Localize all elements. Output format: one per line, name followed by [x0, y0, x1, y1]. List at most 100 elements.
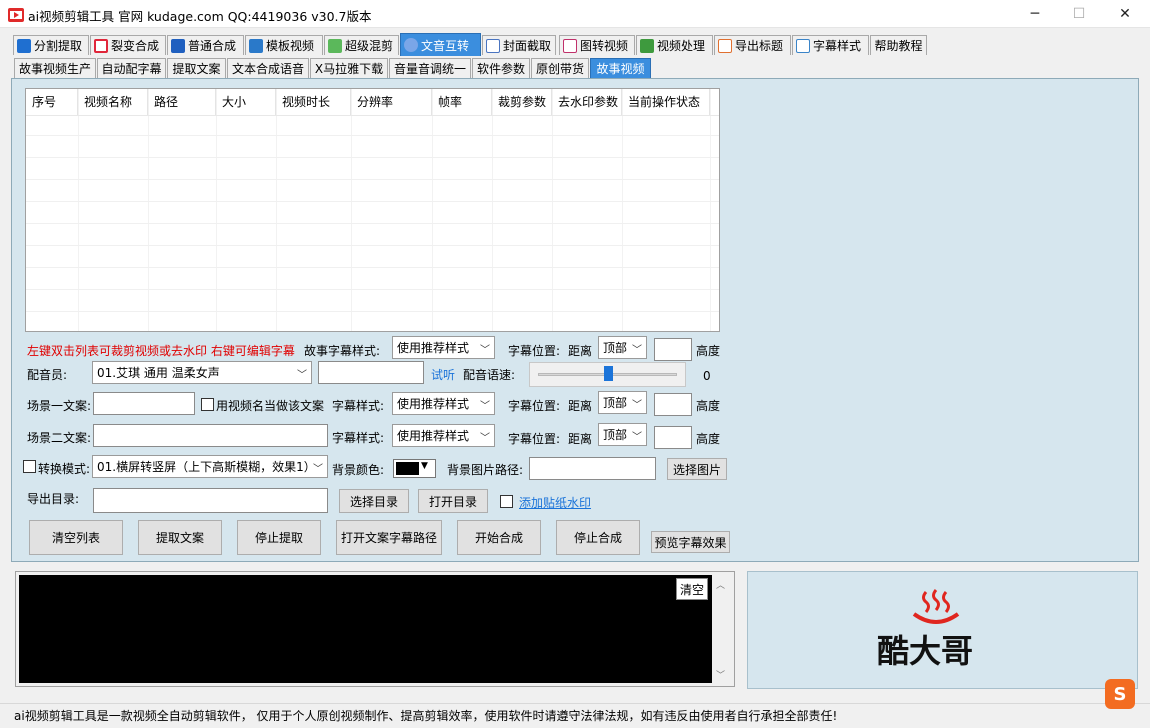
- tab-export-title[interactable]: 导出标题: [714, 35, 791, 55]
- open-subtitle-path-button[interactable]: 打开文案字幕路径: [336, 520, 442, 555]
- height-input[interactable]: [654, 338, 692, 361]
- tab-template-video[interactable]: 模板视频: [245, 35, 323, 55]
- story-style-select[interactable]: 使用推荐样式 ﹀: [392, 336, 495, 359]
- subtab-extract-text[interactable]: 提取文案: [167, 58, 226, 78]
- tab-super-mix[interactable]: 超级混剪: [324, 35, 399, 55]
- image-icon: [486, 38, 500, 53]
- tab-split-extract[interactable]: 分割提取: [13, 35, 89, 55]
- convert-mode-select[interactable]: 01.横屏转竖屏（上下高斯模糊，效果1） ﹀: [92, 455, 328, 478]
- chevron-down-icon: ﹀: [632, 432, 642, 443]
- film-icon: [640, 38, 654, 53]
- tab-text-audio[interactable]: 文音互转: [400, 33, 481, 56]
- choose-dir-button[interactable]: 选择目录: [339, 489, 409, 513]
- tab-normal-merge[interactable]: 普通合成: [167, 35, 244, 55]
- chevron-down-icon: ﹀: [632, 345, 642, 356]
- column-header[interactable]: 大小: [216, 89, 276, 115]
- subtab-story-video[interactable]: 故事视频: [590, 58, 651, 78]
- chevron-down-icon: ﹀: [480, 433, 490, 444]
- scene1-position-select[interactable]: 顶部 ﹀: [598, 391, 647, 414]
- stop-extract-button[interactable]: 停止提取: [237, 520, 321, 555]
- speed-slider[interactable]: [529, 362, 686, 387]
- open-dir-button[interactable]: 打开目录: [418, 489, 488, 513]
- scene2-position-select[interactable]: 顶部 ﹀: [598, 423, 647, 446]
- video-list-table[interactable]: 序号 视频名称 路径 大小 视频时长 分辨率 帧率 裁剪参数 去水印参数 当前操…: [25, 88, 720, 332]
- column-header[interactable]: 路径: [148, 89, 216, 115]
- tab-image-to-video[interactable]: 图转视频: [559, 35, 635, 55]
- subtab-volume-unify[interactable]: 音量音调统一: [389, 58, 471, 78]
- bg-color-label: 背景颜色:: [332, 463, 385, 477]
- scene2-style-select[interactable]: 使用推荐样式 ﹀: [392, 424, 495, 447]
- minimize-button[interactable]: ─: [1012, 0, 1058, 28]
- column-header[interactable]: 去水印参数: [552, 89, 622, 115]
- microphone-icon: [404, 38, 418, 52]
- scene1-style-label: 字幕样式:: [332, 399, 385, 413]
- position-select[interactable]: 顶部 ﹀: [598, 336, 647, 359]
- column-header[interactable]: 分辨率: [351, 89, 432, 115]
- slider-thumb[interactable]: [603, 366, 613, 381]
- maximize-button[interactable]: ☐: [1056, 0, 1102, 28]
- chevron-down-icon: ﹀: [297, 370, 307, 381]
- tab-cover-capture[interactable]: 封面截取: [482, 35, 556, 55]
- story-style-label: 故事字幕样式:: [304, 344, 381, 358]
- extract-text-button[interactable]: 提取文案: [138, 520, 222, 555]
- scene2-input[interactable]: [93, 424, 328, 447]
- start-merge-button[interactable]: 开始合成: [457, 520, 541, 555]
- waveform-icon: [328, 38, 342, 53]
- tab-video-process[interactable]: 视频处理: [636, 35, 713, 55]
- add-watermark-link[interactable]: 添加贴纸水印: [519, 494, 591, 511]
- try-listen-text-input[interactable]: [318, 361, 424, 384]
- list-hint: 左键双击列表可裁剪视频或去水印 右键可编辑字幕: [27, 344, 295, 358]
- preview-subtitle-button[interactable]: 预览字幕效果: [651, 531, 730, 553]
- color-swatch: [396, 462, 419, 475]
- window-title: ai视频剪辑工具 官网 kudage.com QQ:4419036 v30.7版…: [28, 9, 372, 24]
- tab-help[interactable]: 帮助教程: [870, 35, 927, 55]
- scene1-input[interactable]: [93, 392, 195, 415]
- scene1-height-input[interactable]: [654, 393, 692, 416]
- tab-subtitle-style[interactable]: 字幕样式: [792, 35, 869, 55]
- bg-image-label: 背景图片路径:: [447, 463, 524, 477]
- scroll-down-icon[interactable]: ﹀: [716, 668, 725, 681]
- logo-text: 酷大哥: [877, 632, 974, 670]
- subtab-ximalaya-download[interactable]: X马拉雅下载: [310, 58, 388, 78]
- convert-mode-checkbox[interactable]: [23, 460, 36, 473]
- bg-color-picker[interactable]: ▼: [393, 459, 436, 478]
- position-label: 字幕位置:: [508, 344, 561, 358]
- export-label: 导出目录:: [27, 492, 80, 506]
- subtab-auto-subtitle[interactable]: 自动配字幕: [97, 58, 166, 78]
- chevron-down-icon: ﹀: [480, 401, 490, 412]
- use-name-checkbox[interactable]: [201, 398, 214, 411]
- voice-select[interactable]: 01.艾琪 通用 温柔女声 ﹀: [92, 361, 312, 384]
- tab-fission-merge[interactable]: 裂变合成: [90, 35, 166, 55]
- height-label: 高度: [696, 399, 721, 413]
- scene1-style-select[interactable]: 使用推荐样式 ﹀: [392, 392, 495, 415]
- subtab-tts[interactable]: 文本合成语音: [227, 58, 309, 78]
- dropdown-arrow-icon: ▼: [421, 461, 428, 471]
- column-header[interactable]: 裁剪参数: [492, 89, 552, 115]
- log-scrollbar[interactable]: ︿ ﹀: [712, 575, 729, 683]
- scene2-height-input[interactable]: [654, 426, 692, 449]
- subtab-original-goods[interactable]: 原创带货: [531, 58, 589, 78]
- distance-label: 距离: [568, 399, 593, 413]
- close-button[interactable]: ✕: [1102, 0, 1148, 28]
- subtab-software-params[interactable]: 软件参数: [472, 58, 530, 78]
- chevron-down-icon: ﹀: [480, 345, 490, 356]
- scroll-up-icon[interactable]: ︿: [716, 578, 725, 591]
- clear-list-button[interactable]: 清空列表: [29, 520, 123, 555]
- bg-image-path-input[interactable]: [529, 457, 656, 480]
- column-header[interactable]: 当前操作状态: [622, 89, 710, 115]
- watermark-checkbox[interactable]: [500, 495, 513, 508]
- clear-log-button[interactable]: 清空: [676, 578, 708, 600]
- speed-label: 配音语速:: [463, 368, 516, 382]
- export-dir-input[interactable]: [93, 488, 328, 513]
- column-header[interactable]: 视频时长: [276, 89, 351, 115]
- position-label: 字幕位置:: [508, 399, 561, 413]
- column-header[interactable]: 帧率: [432, 89, 492, 115]
- column-header[interactable]: 序号: [26, 89, 78, 115]
- log-output[interactable]: [19, 575, 712, 683]
- subtab-story-production[interactable]: 故事视频生产: [14, 58, 96, 78]
- choose-image-button[interactable]: 选择图片: [667, 458, 727, 480]
- column-header[interactable]: 视频名称: [78, 89, 148, 115]
- stop-merge-button[interactable]: 停止合成: [556, 520, 640, 555]
- ime-s-icon[interactable]: S: [1105, 679, 1135, 709]
- try-listen-link[interactable]: 试听: [431, 366, 455, 383]
